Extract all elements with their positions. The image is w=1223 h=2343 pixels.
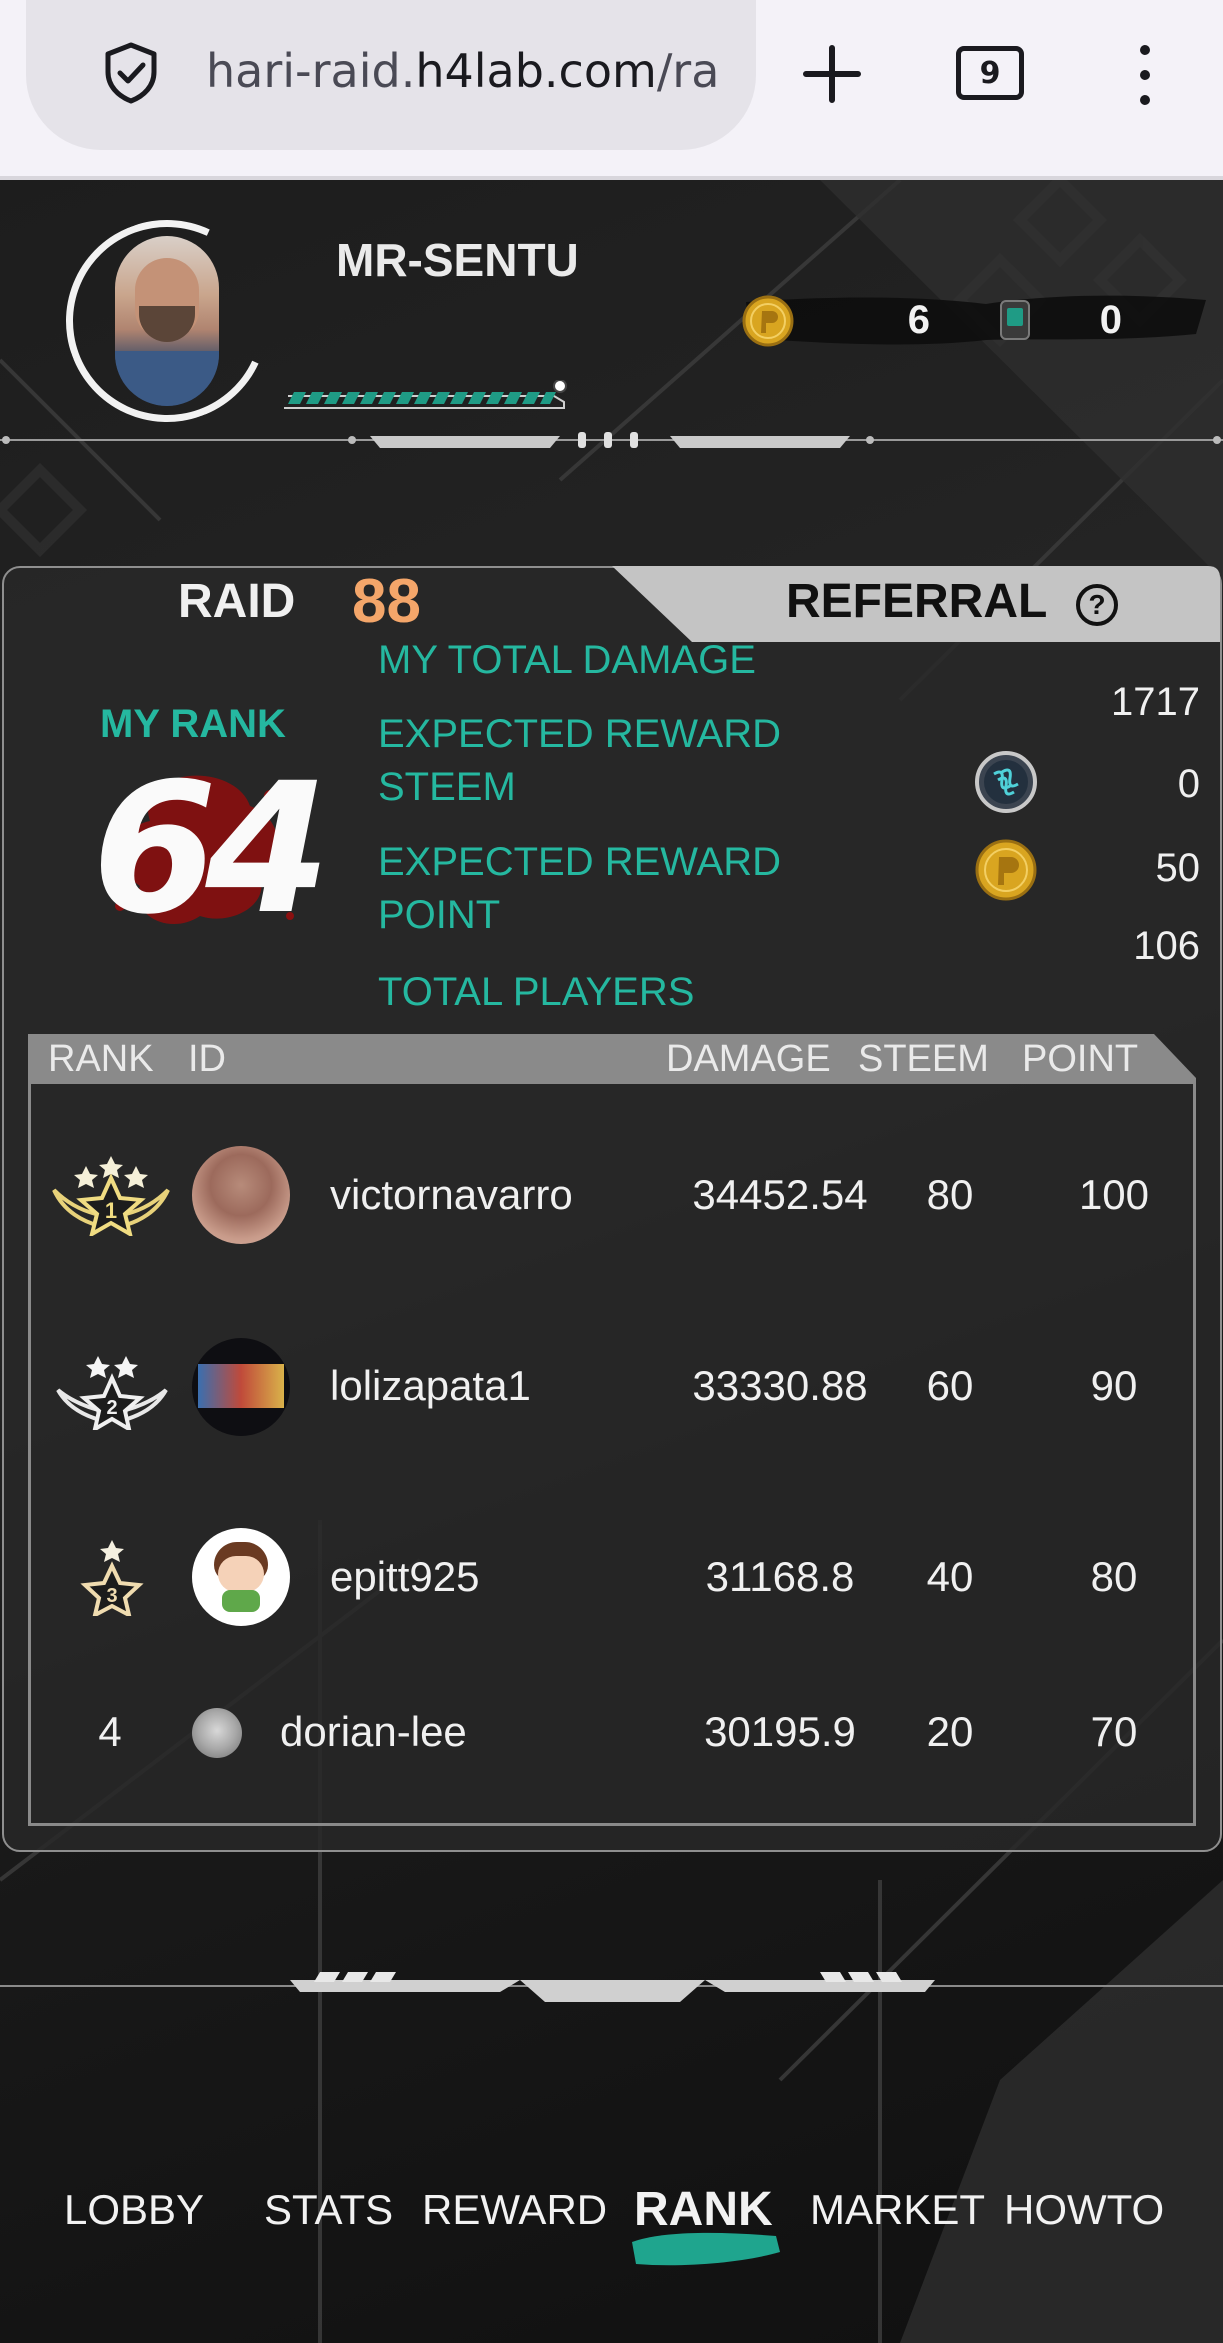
tab-referral[interactable]: REFERRAL <box>786 574 1047 629</box>
svg-text:3: 3 <box>106 1585 117 1607</box>
nav-rank[interactable]: RANK <box>634 2182 773 2237</box>
total-damage-value: 1717 <box>1111 680 1200 724</box>
row-avatar[interactable] <box>192 1338 290 1436</box>
url-domain: h4lab.com <box>415 44 657 98</box>
nav-howto[interactable]: HOWTO <box>1004 2186 1164 2234</box>
reward-point-value: 50 <box>1155 846 1201 890</box>
reward-steem-value: 0 <box>1177 762 1200 806</box>
browser-toolbar: hari-raid.h4lab.com/ra 9 <box>0 0 1223 180</box>
raid-number: 88 <box>352 567 421 636</box>
row-id[interactable]: victornavarro <box>330 1171 573 1219</box>
avatar[interactable] <box>115 236 219 406</box>
currency-brush-bg <box>746 295 1206 345</box>
url-prefix: hari-raid. <box>206 44 416 98</box>
total-players-label: TOTAL PLAYERS <box>378 970 695 1014</box>
column-header-rank: RANK <box>48 1038 154 1080</box>
row-point: 90 <box>1090 1362 1138 1409</box>
nav-reward[interactable]: REWARD <box>422 2186 607 2234</box>
row-damage: 30195.9 <box>704 1708 856 1755</box>
row-id[interactable]: epitt925 <box>330 1553 479 1601</box>
header-divider <box>0 432 1223 448</box>
svg-text:2: 2 <box>106 1397 117 1419</box>
row-damage: 31168.8 <box>705 1553 855 1600</box>
row-avatar[interactable] <box>192 1146 290 1244</box>
avatar-beard <box>139 306 195 342</box>
total-players-value: 106 <box>1133 924 1200 968</box>
coin-icon <box>742 295 794 347</box>
ticket-count: 0 <box>1099 298 1122 342</box>
column-header-damage: DAMAGE <box>666 1038 831 1080</box>
more-vert-icon[interactable] <box>1130 42 1160 108</box>
rank-1-badge-icon: 1 <box>52 1156 170 1236</box>
row-rank: 4 <box>98 1708 122 1755</box>
rank-3-badge-icon: 3 <box>80 1540 144 1616</box>
row-steem: 80 <box>926 1171 974 1218</box>
tab-raid[interactable]: RAID <box>178 574 295 629</box>
rank-2-badge-icon: 2 <box>56 1356 168 1430</box>
my-rank-value: 64 <box>92 745 330 954</box>
row-steem: 40 <box>926 1553 974 1600</box>
my-rank-label: MY RANK <box>100 702 286 746</box>
xp-bar <box>284 380 567 409</box>
row-id[interactable]: lolizapata1 <box>330 1362 531 1410</box>
row-avatar[interactable] <box>192 1708 242 1758</box>
row-steem: 60 <box>926 1362 974 1409</box>
username: MR-SENTU <box>336 234 579 286</box>
row-point: 70 <box>1090 1708 1138 1755</box>
row-id[interactable]: dorian-lee <box>280 1708 467 1756</box>
plus-icon[interactable] <box>800 42 864 106</box>
url-text[interactable]: hari-raid.h4lab.com/ra <box>206 44 758 98</box>
avatar-face <box>218 1556 264 1592</box>
nav-stats[interactable]: STATS <box>264 2186 393 2234</box>
column-header-steem: STEEM <box>858 1038 989 1080</box>
row-damage: 34452.54 <box>692 1171 868 1218</box>
footer-divider <box>0 1972 1223 2002</box>
shield-icon[interactable] <box>98 40 164 106</box>
nav-market[interactable]: MARKET <box>810 2186 985 2234</box>
row-point: 100 <box>1078 1171 1150 1218</box>
column-header-id: ID <box>188 1038 226 1080</box>
svg-text:1: 1 <box>105 1198 117 1223</box>
reward-point-label: EXPECTED REWARD POINT <box>378 840 782 937</box>
url-suffix: /ra <box>656 44 720 98</box>
avatar-shirt <box>222 1590 260 1612</box>
avatar-jacket <box>115 351 219 406</box>
tabs-icon[interactable]: 9 <box>956 46 1024 100</box>
tab-count: 9 <box>979 55 1001 91</box>
coin-count: 6 <box>907 298 930 342</box>
column-header-point: POINT <box>1022 1038 1139 1080</box>
row-steem: 20 <box>926 1708 974 1755</box>
row-point: 80 <box>1090 1553 1138 1600</box>
avatar-image <box>198 1364 284 1408</box>
row-damage: 33330.88 <box>692 1362 868 1409</box>
ticket-icon <box>1000 300 1030 340</box>
help-icon[interactable]: ? <box>1076 584 1118 626</box>
nav-lobby[interactable]: LOBBY <box>64 2186 204 2234</box>
row-avatar[interactable] <box>192 1528 290 1626</box>
total-damage-label: MY TOTAL DAMAGE <box>378 638 756 682</box>
address-bar[interactable]: hari-raid.h4lab.com/ra <box>26 0 756 150</box>
reward-steem-label: EXPECTED REWARD STEEM <box>378 712 782 809</box>
